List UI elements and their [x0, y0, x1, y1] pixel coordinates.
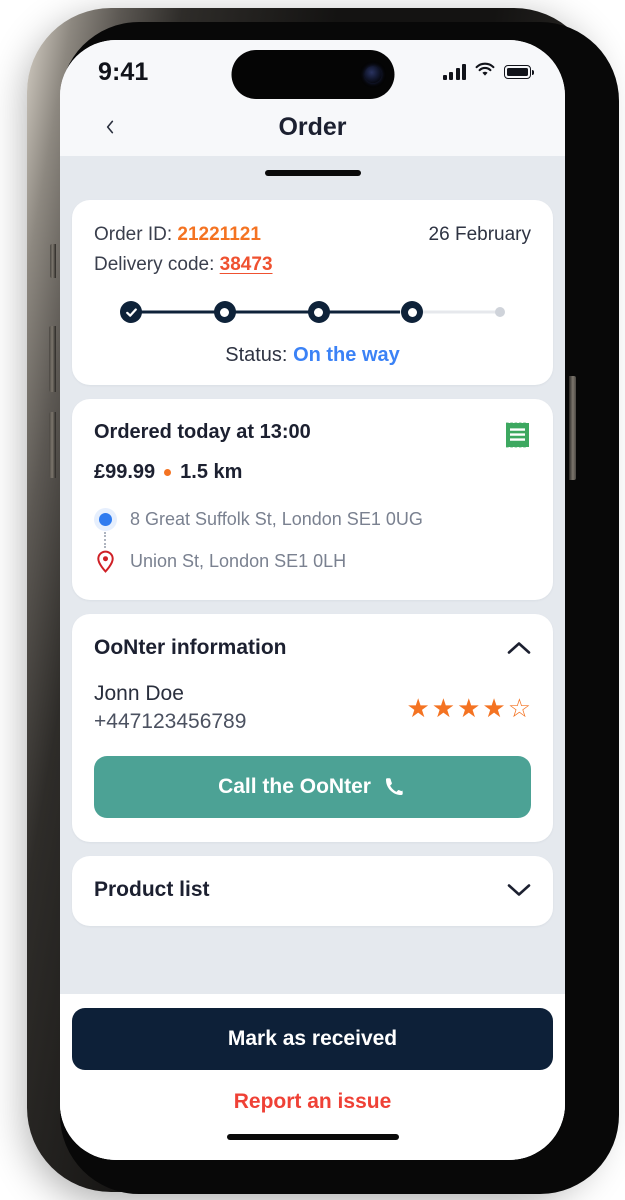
- stepper-node-1-complete[interactable]: [120, 301, 142, 323]
- stepper-node-2[interactable]: [213, 301, 236, 323]
- rating-star-5: ☆: [507, 693, 531, 723]
- phone-icon: [385, 778, 403, 796]
- order-id-row: Order ID: 21221121 26 February: [94, 224, 531, 246]
- call-button-label: Call the OoNter: [218, 775, 371, 798]
- drag-handle-area: [60, 156, 565, 190]
- status-label: Status:: [225, 344, 288, 366]
- rating-star-3: ★: [457, 693, 481, 723]
- volume-down-button[interactable]: [49, 412, 56, 478]
- chevron-down-icon[interactable]: [507, 883, 531, 897]
- signal-bars-icon: [442, 64, 466, 80]
- address-block: 8 Great Suffolk St, London SE1 0UG Union…: [94, 506, 531, 574]
- courier-name: Jonn Doe: [94, 682, 184, 705]
- home-indicator[interactable]: [226, 1134, 399, 1140]
- ordered-time-title: Ordered today at 13:00: [94, 421, 311, 443]
- status-time: 9:41: [98, 57, 149, 86]
- courier-rating-stars: ★ ★ ★ ★ ☆: [406, 695, 531, 721]
- order-summary-card: Order ID: 21221121 26 February Delivery …: [72, 200, 553, 385]
- delivery-details-card: Ordered today at 13:00 £99.99 1.5 km 8 G…: [72, 399, 553, 600]
- product-list-title: Product list: [94, 878, 210, 901]
- battery-full-icon: [504, 65, 534, 79]
- delivery-code-row: Delivery code: 38473: [94, 254, 531, 276]
- check-icon: [125, 307, 137, 317]
- destination-address-text: Union St, London SE1 0LH: [130, 550, 347, 571]
- oonter-information-card: OoNter information Jonn Doe +44712345678…: [72, 614, 553, 842]
- delivery-code-value[interactable]: 38473: [220, 254, 273, 275]
- front-camera-icon: [364, 66, 381, 83]
- chevron-up-icon[interactable]: [507, 641, 531, 655]
- sheet-drag-handle[interactable]: [264, 170, 361, 176]
- courier-phone: +447123456789: [94, 710, 247, 733]
- delivery-head: Ordered today at 13:00: [94, 421, 531, 449]
- rating-star-1: ★: [406, 693, 430, 723]
- chevron-left-icon: [106, 120, 114, 134]
- report-an-issue-link[interactable]: Report an issue: [72, 1090, 553, 1114]
- status-bar: 9:41: [60, 40, 565, 99]
- stepper-node-4[interactable]: [401, 301, 424, 323]
- oonter-section-title: OoNter information: [94, 636, 287, 659]
- home-indicator-area: [72, 1114, 553, 1160]
- dynamic-island: [231, 50, 394, 99]
- bottom-action-bar: Mark as received Report an issue: [60, 994, 565, 1160]
- mark-as-received-button[interactable]: Mark as received: [72, 1008, 553, 1070]
- order-price: £99.99: [94, 461, 156, 483]
- receipt-icon[interactable]: [504, 421, 531, 449]
- origin-dot-icon: [94, 508, 116, 530]
- nav-header: Order: [60, 98, 565, 156]
- separator-dot-icon: [164, 469, 172, 476]
- destination-address-row: Union St, London SE1 0LH: [94, 548, 531, 574]
- phone-screen: 9:41 Order Order ID: 21221121 26 Februar…: [60, 40, 565, 1160]
- courier-row: Jonn Doe +447123456789 ★ ★ ★ ★ ☆: [94, 682, 531, 734]
- call-oonter-button[interactable]: Call the OoNter: [94, 756, 531, 818]
- stepper-node-3[interactable]: [307, 301, 330, 323]
- rating-star-2: ★: [431, 693, 456, 723]
- volume-up-button[interactable]: [49, 326, 56, 392]
- order-sheet: Order ID: 21221121 26 February Delivery …: [60, 156, 565, 1160]
- origin-address-text: 8 Great Suffolk St, London SE1 0UG: [130, 508, 423, 529]
- origin-address-row: 8 Great Suffolk St, London SE1 0UG: [94, 506, 531, 532]
- map-pin-icon: [94, 550, 116, 573]
- oonter-section-toggle[interactable]: OoNter information: [94, 636, 531, 660]
- product-list-card: Product list: [72, 856, 553, 926]
- price-distance-row: £99.99 1.5 km: [94, 461, 531, 484]
- status-icons: [442, 56, 534, 82]
- order-distance: 1.5 km: [180, 461, 243, 483]
- rating-star-4: ★: [482, 693, 506, 723]
- courier-details: Jonn Doe +447123456789: [94, 682, 246, 734]
- order-status-line: Status: On the way: [94, 344, 531, 367]
- order-id-label-group: Order ID: 21221121: [94, 224, 261, 246]
- page-title: Order: [278, 112, 347, 141]
- order-id-label: Order ID:: [94, 224, 173, 245]
- back-button[interactable]: [90, 107, 130, 147]
- power-button[interactable]: [569, 376, 576, 480]
- silent-switch-button[interactable]: [50, 244, 56, 278]
- order-progress-stepper: [94, 298, 531, 326]
- status-value: On the way: [293, 344, 400, 366]
- delivery-code-label: Delivery code:: [94, 254, 215, 275]
- order-id-value: 21221121: [177, 224, 261, 245]
- product-list-toggle[interactable]: Product list: [94, 878, 531, 902]
- stepper-node-5-pending[interactable]: [495, 307, 505, 317]
- address-connector-line: [104, 532, 106, 548]
- wifi-icon: [475, 62, 495, 82]
- order-date: 26 February: [428, 224, 531, 245]
- stepper-nodes: [120, 301, 505, 323]
